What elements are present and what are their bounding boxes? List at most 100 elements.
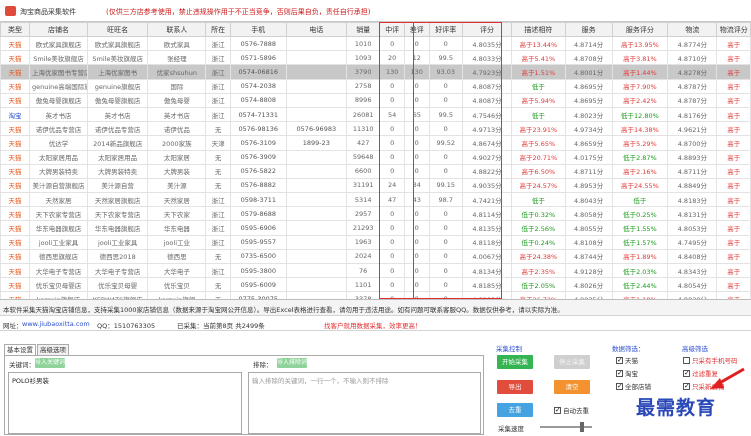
table-row[interactable]: 淘宝 英才书店 英才书店 英才书店 浙江 0574-71331 26081 54 65 99.5 4…	[0, 106, 751, 123]
table-cell: 0	[403, 135, 430, 151]
keyword-textarea[interactable]: POLO衫男装	[8, 372, 242, 434]
table-cell: 5314	[345, 192, 381, 208]
table-row[interactable]: 天猫 天然家居 天然家居旗舰店 天然家居 浙江 0598-3711 5314 47 43 98.7…	[0, 192, 751, 208]
table-cell: 0576-7888	[229, 35, 287, 52]
table-row[interactable]: 天猫 大牌男装特卖 大牌男装特卖 大牌男装无 0576-5822 6600 0 0 0 4.882…	[0, 163, 751, 179]
filter-tmall-checkbox[interactable]: 天猫	[616, 355, 638, 365]
table-cell: Smile美妆旗舰店	[29, 50, 89, 66]
column-header[interactable]: 物流评分	[716, 22, 751, 37]
slider-knob[interactable]	[580, 422, 584, 432]
stop-collect-button[interactable]: 停止采集	[554, 355, 590, 369]
column-header[interactable]: 所在	[205, 22, 231, 37]
table-cell: 0	[428, 262, 463, 279]
table-cell: 高于	[716, 50, 751, 66]
table-row[interactable]: 天猫 大华电子专营店 大华电子专营店 大华电子 浙江 0595-3800 76 0 0 0 4.81…	[0, 262, 751, 279]
table-cell: 高于	[716, 206, 751, 222]
filter-taobao-checkbox[interactable]: 淘宝	[616, 368, 638, 378]
column-header[interactable]: 好评率	[428, 22, 463, 37]
table-row[interactable]: 天猫 欧式家具旗舰店 欧式家具旗舰店 欧式家具 浙江 0576-7888 1010 0 0 0 4.…	[0, 35, 751, 52]
table-row[interactable]: 天猫 德西思旗舰店 德西思2018 德西思无 0735-6500 2024 0 0 0 4.006…	[0, 248, 751, 265]
column-header[interactable]: 电话	[285, 22, 347, 37]
site-url-link[interactable]: www.jiubaoxitta.com	[22, 320, 90, 328]
column-header[interactable]: 中评	[379, 22, 405, 37]
table-row[interactable]: 天猫 上海优家图书专营店 上海优家图书 优家shsuhun 浙江 0574-06816 37…	[0, 64, 751, 80]
column-header[interactable]: 联系人	[147, 22, 207, 37]
table-row[interactable]: 天猫 傲兔母婴旗舰店 傲兔母婴旗舰店 傲兔母婴 浙江 0574-8808 8996 0 0 0 4.…	[0, 92, 751, 108]
exclude-textarea[interactable]: 输入排除的关键词，一行一个，不输入则不排除	[248, 372, 481, 434]
table-cell: 高于	[716, 163, 751, 179]
table-cell: 130	[403, 64, 430, 80]
table-row[interactable]: 天猫 诺伊优品专营店 诺伊优品专营店 诺伊优品无 0576-98136 0576-9698…	[0, 121, 751, 137]
table-cell: 20	[379, 50, 405, 66]
column-header[interactable]: 店铺名	[29, 22, 89, 37]
table-cell: 傲兔母婴旗舰店	[29, 92, 89, 108]
table-row[interactable]: 天猫 Smile美妆旗舰店 Smile美妆旗舰店 张经理 浙江 0571-5896 1093…	[0, 50, 751, 66]
auto-dedupe-checkbox[interactable]: 自动去重	[554, 405, 589, 415]
table-row[interactable]: 天猫 华东电器旗舰店 华东电器旗舰店 华东电器 浙江 0595-6906 21293 0 0 0 4…	[0, 220, 751, 236]
column-header[interactable]: 类型	[0, 22, 31, 37]
table-cell: 4.8343分	[667, 262, 718, 279]
table-cell: 天猫	[0, 92, 31, 108]
table-cell: 0571-5896	[229, 50, 287, 66]
table-row[interactable]: 天猫 优达学 2014新品旗舰店 2000家族 天津 0576-3109 1899-23 42…	[0, 135, 751, 151]
table-row[interactable]: 天猫genuine高端国际旗舰店genuine旗舰店国际浙江0574-2038 2…	[0, 78, 751, 94]
table-row[interactable]: 天猫 kerrwin旗舰店 KERWATS旗舰店 kerrwin旗舰无 0775-300…	[0, 291, 751, 299]
table-cell: 99.52	[428, 135, 463, 151]
table-cell: 4.9103分	[461, 291, 513, 299]
column-header[interactable]: 服务评分	[611, 22, 669, 37]
table-cell: 4.9734分	[564, 121, 613, 137]
table-cell: genuine高端国际旗舰店	[29, 78, 89, 94]
table-cell: 0	[428, 206, 463, 222]
table-cell: 低于12.80%	[611, 106, 669, 123]
import-exclude-button[interactable]: 导入排除词	[277, 358, 307, 368]
table-cell: 2024	[345, 248, 381, 265]
table-cell: 4.8087分	[461, 92, 513, 108]
table-row[interactable]: 天猫 天下农家专营店 天下农家专营店 天下农家 浙江 0579-8688 2957 0 0 0 4.…	[0, 206, 751, 222]
table-cell: 4.7923分	[461, 64, 513, 80]
table-cell: 4.8893分	[667, 149, 718, 165]
table-cell: 浙江	[205, 64, 231, 80]
speed-slider[interactable]	[540, 422, 592, 432]
table-cell: 优乐宝贝母婴店	[29, 277, 89, 293]
clear-button[interactable]: 清空	[554, 380, 590, 394]
table-cell: 美汁源	[147, 177, 207, 194]
table-cell: 傲兔母婴	[147, 92, 207, 108]
keyword-label: 关键词：	[9, 361, 35, 369]
table-cell: 天猫	[0, 64, 31, 80]
control-group-label: 采集控制	[496, 345, 522, 353]
table-cell: 12	[403, 50, 430, 66]
table-cell: 65	[403, 106, 430, 123]
dedupe-button[interactable]: 去重	[497, 403, 533, 417]
start-collect-button[interactable]: 开始采集	[497, 355, 533, 369]
column-header[interactable]: 旺旺名	[87, 22, 149, 37]
table-row[interactable]: 天猫 jooli工业家具 jooli工业家具 jooli工业 浙江 0595-9557 19…	[0, 234, 751, 250]
table-cell: 8996	[345, 92, 381, 108]
column-header[interactable]: 描述相符	[511, 22, 566, 37]
data-grid[interactable]: 类型 店铺名 旺旺名 联系人 所在 手机 电话 销量 中评 差评 好评率 评分 描述相符 服务 服务评分 物流…	[0, 22, 751, 300]
table-cell: 淘宝	[0, 106, 31, 123]
table-row[interactable]: 天猫 太阳家居用品 太阳家居用品 太阳家居无 0576-3909 59648 0 0 0 4.90…	[0, 149, 751, 165]
table-cell: 高于	[716, 177, 751, 194]
table-row[interactable]: 天猫 美汁源自营旗舰店 美汁源自营 美汁源无 0576-8882 31191 24 34 99.…	[0, 177, 751, 194]
column-header[interactable]: 评分	[461, 22, 513, 37]
column-header[interactable]: 服务	[564, 22, 613, 37]
table-cell: 天猫	[0, 50, 31, 66]
table-cell: 低于	[511, 192, 566, 208]
import-keyword-button[interactable]: 导入关键词	[35, 358, 65, 368]
column-header[interactable]: 销量	[345, 22, 381, 37]
export-button[interactable]: 导出	[497, 380, 533, 394]
table-cell: 4.8822分	[461, 163, 513, 179]
table-cell: 欧式家具旗舰店	[87, 35, 149, 52]
table-cell: 太阳家居用品	[87, 149, 149, 165]
table-row[interactable]: 天猫 优乐宝贝母婴店 优乐宝贝母婴 优乐宝贝无 0595-6009 1101 0 0 0 4.81…	[0, 277, 751, 293]
table-cell: 47	[379, 192, 405, 208]
table-cell: 0	[403, 206, 430, 222]
column-header[interactable]: 差评	[403, 22, 430, 37]
table-cell: 浙江	[205, 262, 231, 279]
table-cell	[285, 35, 347, 52]
column-header[interactable]: 手机	[229, 22, 287, 37]
column-header[interactable]: 物流	[667, 22, 718, 37]
table-cell: 诺伊优品专营店	[87, 121, 149, 137]
table-cell: 1899-23	[285, 135, 347, 151]
filter-all-checkbox[interactable]: 全部店铺	[616, 381, 651, 391]
